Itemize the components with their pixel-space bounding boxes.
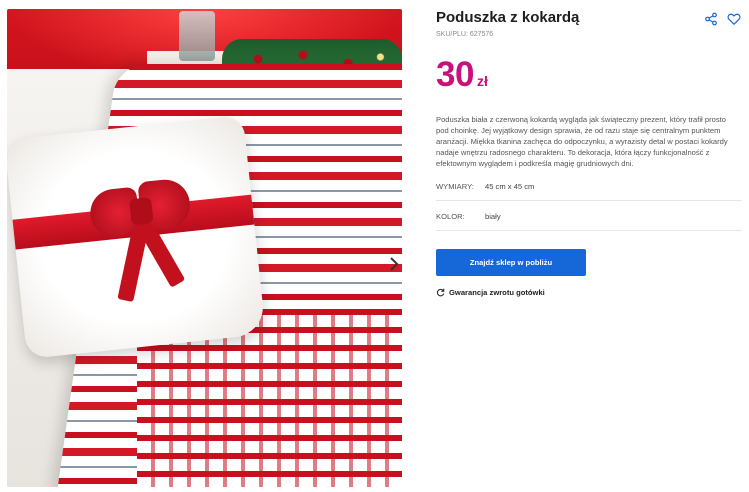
divider xyxy=(436,230,742,231)
refresh-icon xyxy=(436,288,445,296)
heart-icon xyxy=(727,13,741,25)
product-image[interactable] xyxy=(7,9,402,487)
image-lantern xyxy=(179,11,215,61)
product-price: 30 zł xyxy=(436,55,488,95)
product-description: Poduszka biała z czerwoną kokardą wygląd… xyxy=(436,115,728,169)
divider xyxy=(436,200,742,201)
wishlist-button[interactable] xyxy=(727,12,741,26)
attribute-label: KOLOR: xyxy=(436,212,465,221)
share-button[interactable] xyxy=(704,12,718,26)
price-currency: zł xyxy=(476,73,488,89)
product-sku: SKU/PLU: 627576 xyxy=(436,31,494,38)
guarantee-label: Gwarancja zwrotu gotówki xyxy=(449,287,545,297)
find-store-button[interactable]: Znajdź sklep w pobliżu xyxy=(436,249,586,276)
product-title: Poduszka z kokardą xyxy=(436,9,580,26)
guarantee-link[interactable]: Gwarancja zwrotu gotówki xyxy=(436,286,545,298)
price-amount: 30 xyxy=(436,55,474,94)
image-pillow xyxy=(7,115,266,359)
attribute-label: WYMIARY: xyxy=(436,182,474,191)
attribute-dimensions: WYMIARY: 45 cm x 45 cm xyxy=(436,182,742,206)
gallery-next-button[interactable] xyxy=(385,253,402,275)
attribute-color: KOLOR: biały xyxy=(436,212,742,236)
attribute-value: 45 cm x 45 cm xyxy=(485,182,535,191)
image-bow xyxy=(87,171,195,303)
chevron-right-icon xyxy=(390,257,399,271)
attribute-value: biały xyxy=(485,212,501,221)
share-icon xyxy=(705,12,717,26)
